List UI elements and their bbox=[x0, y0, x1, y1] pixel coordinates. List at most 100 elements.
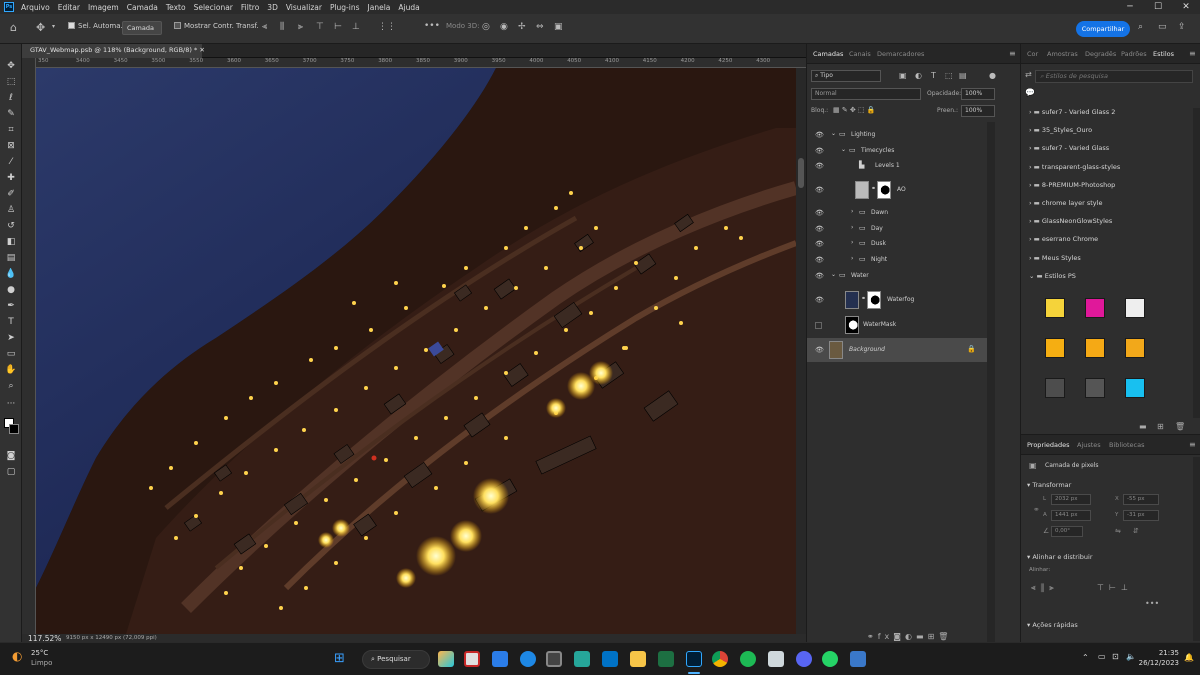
y-field[interactable]: -31 px bbox=[1123, 510, 1159, 521]
menu-texto[interactable]: Texto bbox=[162, 3, 190, 12]
styles-search-input[interactable]: ⌕ Estilos de pesquisa bbox=[1035, 70, 1193, 83]
style-folder-item[interactable]: › ▬ sufer7 - Varied Glass 2 bbox=[1029, 108, 1115, 116]
align-top-icon[interactable]: ⊤ bbox=[316, 22, 324, 32]
height-field[interactable]: 1441 px bbox=[1051, 510, 1091, 521]
tab-estilos[interactable]: Estilos bbox=[1153, 50, 1174, 58]
edge-browser-icon[interactable] bbox=[520, 651, 536, 667]
chevron-down-icon[interactable]: › bbox=[851, 224, 853, 231]
filter-adjust-icon[interactable]: ◐ bbox=[915, 71, 922, 80]
mask-link-icon[interactable]: ⚭ bbox=[861, 295, 866, 302]
stamp-tool-icon[interactable]: ♙ bbox=[5, 204, 17, 216]
photos-app-icon[interactable] bbox=[574, 651, 590, 667]
menu-3d[interactable]: 3D bbox=[263, 3, 282, 12]
panel-menu-icon[interactable]: ≡ bbox=[1009, 49, 1016, 58]
minimize-icon[interactable]: ─ bbox=[1116, 0, 1144, 14]
visibility-eye-icon[interactable]: 👁 bbox=[815, 131, 824, 139]
flip-horizontal-icon[interactable]: ⇋ bbox=[1115, 527, 1121, 535]
monitor-icon[interactable]: ▭ bbox=[1098, 652, 1106, 661]
align-right-icon[interactable]: ⫸ bbox=[1049, 583, 1059, 592]
style-folder-item[interactable]: › ▬ chrome layer style bbox=[1029, 199, 1102, 207]
visibility-eye-icon[interactable]: 👁 bbox=[815, 346, 824, 354]
eraser-tool-icon[interactable]: ◧ bbox=[5, 236, 17, 248]
brush-tool-icon[interactable]: ✐ bbox=[5, 188, 17, 200]
move-tool-icon[interactable]: ✥ bbox=[5, 60, 17, 72]
layer-row-water[interactable]: 👁 ⌄ ▭ Water bbox=[807, 269, 987, 283]
menu-selecionar[interactable]: Selecionar bbox=[190, 3, 237, 12]
windows-start-icon[interactable]: ⊞ bbox=[334, 651, 345, 666]
close-tab-icon[interactable]: ✕ bbox=[199, 46, 204, 54]
layers-scrollbar[interactable] bbox=[987, 122, 995, 642]
blur-tool-icon[interactable]: 💧 bbox=[5, 268, 17, 280]
filter-type-icon[interactable]: T bbox=[931, 71, 936, 80]
zoom-tool-icon[interactable]: ⌕ bbox=[5, 380, 17, 392]
marquee-tool-icon[interactable]: ⬚ bbox=[5, 76, 17, 88]
network-icon[interactable]: ⊡ bbox=[1112, 652, 1119, 661]
crop-tool-icon[interactable]: ⌗ bbox=[5, 124, 17, 136]
layer-mask-thumbnail[interactable] bbox=[867, 291, 881, 309]
chrome-browser-icon[interactable] bbox=[712, 651, 728, 667]
tab-padroes[interactable]: Padrões bbox=[1121, 50, 1147, 58]
transform-section-header[interactable]: ▾ Transformar bbox=[1027, 481, 1071, 489]
menu-editar[interactable]: Editar bbox=[54, 3, 84, 12]
photoshop-taskbar-icon[interactable] bbox=[686, 651, 702, 667]
layer-mask-thumbnail[interactable] bbox=[877, 181, 891, 199]
file-explorer-icon[interactable] bbox=[630, 651, 646, 667]
link-dimensions-icon[interactable]: ⚭ bbox=[1033, 505, 1040, 514]
settings-app-icon[interactable] bbox=[546, 651, 562, 667]
quick-select-tool-icon[interactable]: ✎ bbox=[5, 108, 17, 120]
close-icon[interactable]: ✕ bbox=[1172, 0, 1200, 14]
opacity-field[interactable]: 100% bbox=[961, 88, 995, 100]
weather-icon[interactable]: ◐ bbox=[12, 649, 22, 663]
style-swatch[interactable] bbox=[1125, 378, 1145, 398]
layer-row-watermask[interactable]: WaterMask bbox=[807, 313, 987, 337]
visibility-eye-icon[interactable]: 👁 bbox=[815, 162, 824, 170]
distribute-icon[interactable]: ⋮⋮ bbox=[378, 22, 396, 32]
tab-demarcadores[interactable]: Demarcadores bbox=[877, 50, 924, 58]
visibility-eye-icon[interactable]: 👁 bbox=[815, 209, 824, 217]
path-select-tool-icon[interactable]: ➤ bbox=[5, 332, 17, 344]
style-swatch[interactable] bbox=[1045, 338, 1065, 358]
quick-actions-header[interactable]: ▾ Ações rápidas bbox=[1027, 621, 1078, 629]
vertical-scroll-thumb[interactable] bbox=[798, 158, 804, 188]
visibility-eye-icon[interactable]: 👁 bbox=[815, 296, 824, 304]
visibility-off-checkbox[interactable] bbox=[815, 322, 822, 329]
panel-menu-icon[interactable]: ≡ bbox=[1189, 440, 1196, 449]
filter-smart-icon[interactable]: ▤ bbox=[959, 71, 967, 80]
menu-filtro[interactable]: Filtro bbox=[237, 3, 263, 12]
outlook-app-icon[interactable] bbox=[602, 651, 618, 667]
paint-app-icon[interactable] bbox=[850, 651, 866, 667]
panel-collapse-icon[interactable]: ⇄ bbox=[1025, 70, 1032, 79]
align-bottom-icon[interactable]: ⊥ bbox=[1121, 583, 1133, 592]
chevron-down-icon[interactable]: › bbox=[851, 239, 853, 246]
mask-link-icon[interactable]: ⚭ bbox=[871, 185, 876, 192]
layer-row-day[interactable]: 👁 › ▭ Day bbox=[807, 222, 987, 236]
chevron-down-icon[interactable]: ▾ bbox=[52, 23, 55, 30]
style-folder-item[interactable]: › ▬ transparent-glass-styles bbox=[1029, 163, 1120, 171]
delete-layer-icon[interactable]: 🗑 bbox=[938, 632, 952, 641]
discord-app-icon[interactable] bbox=[796, 651, 812, 667]
hand-tool-icon[interactable]: ✋ bbox=[5, 364, 17, 376]
tab-ajustes[interactable]: Ajustes bbox=[1077, 441, 1101, 449]
filter-pixel-icon[interactable]: ▣ bbox=[899, 71, 907, 80]
vertical-scrollbar[interactable] bbox=[796, 68, 806, 634]
properties-scrollbar[interactable] bbox=[1193, 457, 1200, 641]
styles-scrollbar[interactable] bbox=[1193, 108, 1200, 418]
visibility-eye-icon[interactable]: 👁 bbox=[815, 256, 824, 264]
lock-pixels-icon[interactable]: ▦ ✎ ✥ ⬚ 🔒 bbox=[833, 106, 876, 114]
share-doc-icon[interactable]: ⇪ bbox=[1178, 22, 1186, 32]
tab-propriedades[interactable]: Propriedades bbox=[1027, 441, 1070, 449]
layer-row-dawn[interactable]: 👁 › ▭ Dawn bbox=[807, 206, 987, 220]
maximize-icon[interactable]: ☐ bbox=[1144, 0, 1172, 14]
visibility-eye-icon[interactable]: 👁 bbox=[815, 186, 824, 194]
snipping-tool-icon[interactable] bbox=[464, 651, 480, 667]
chevron-down-icon[interactable]: › bbox=[851, 255, 853, 262]
delete-style-icon[interactable]: 🗑 bbox=[1175, 422, 1185, 431]
tab-canais[interactable]: Canais bbox=[849, 50, 871, 58]
style-folder-item[interactable]: › ▬ Meus Styles bbox=[1029, 254, 1081, 262]
blend-mode-dropdown[interactable]: Normal bbox=[811, 88, 921, 100]
panel-menu-icon[interactable]: ≡ bbox=[1189, 49, 1196, 58]
menu-visualizar[interactable]: Visualizar bbox=[282, 3, 326, 12]
adjustment-layer-icon[interactable]: ◐ bbox=[905, 632, 916, 641]
align-middle-icon[interactable]: ⊢ bbox=[334, 22, 342, 32]
new-folder-icon[interactable]: ▬ bbox=[1139, 422, 1147, 431]
